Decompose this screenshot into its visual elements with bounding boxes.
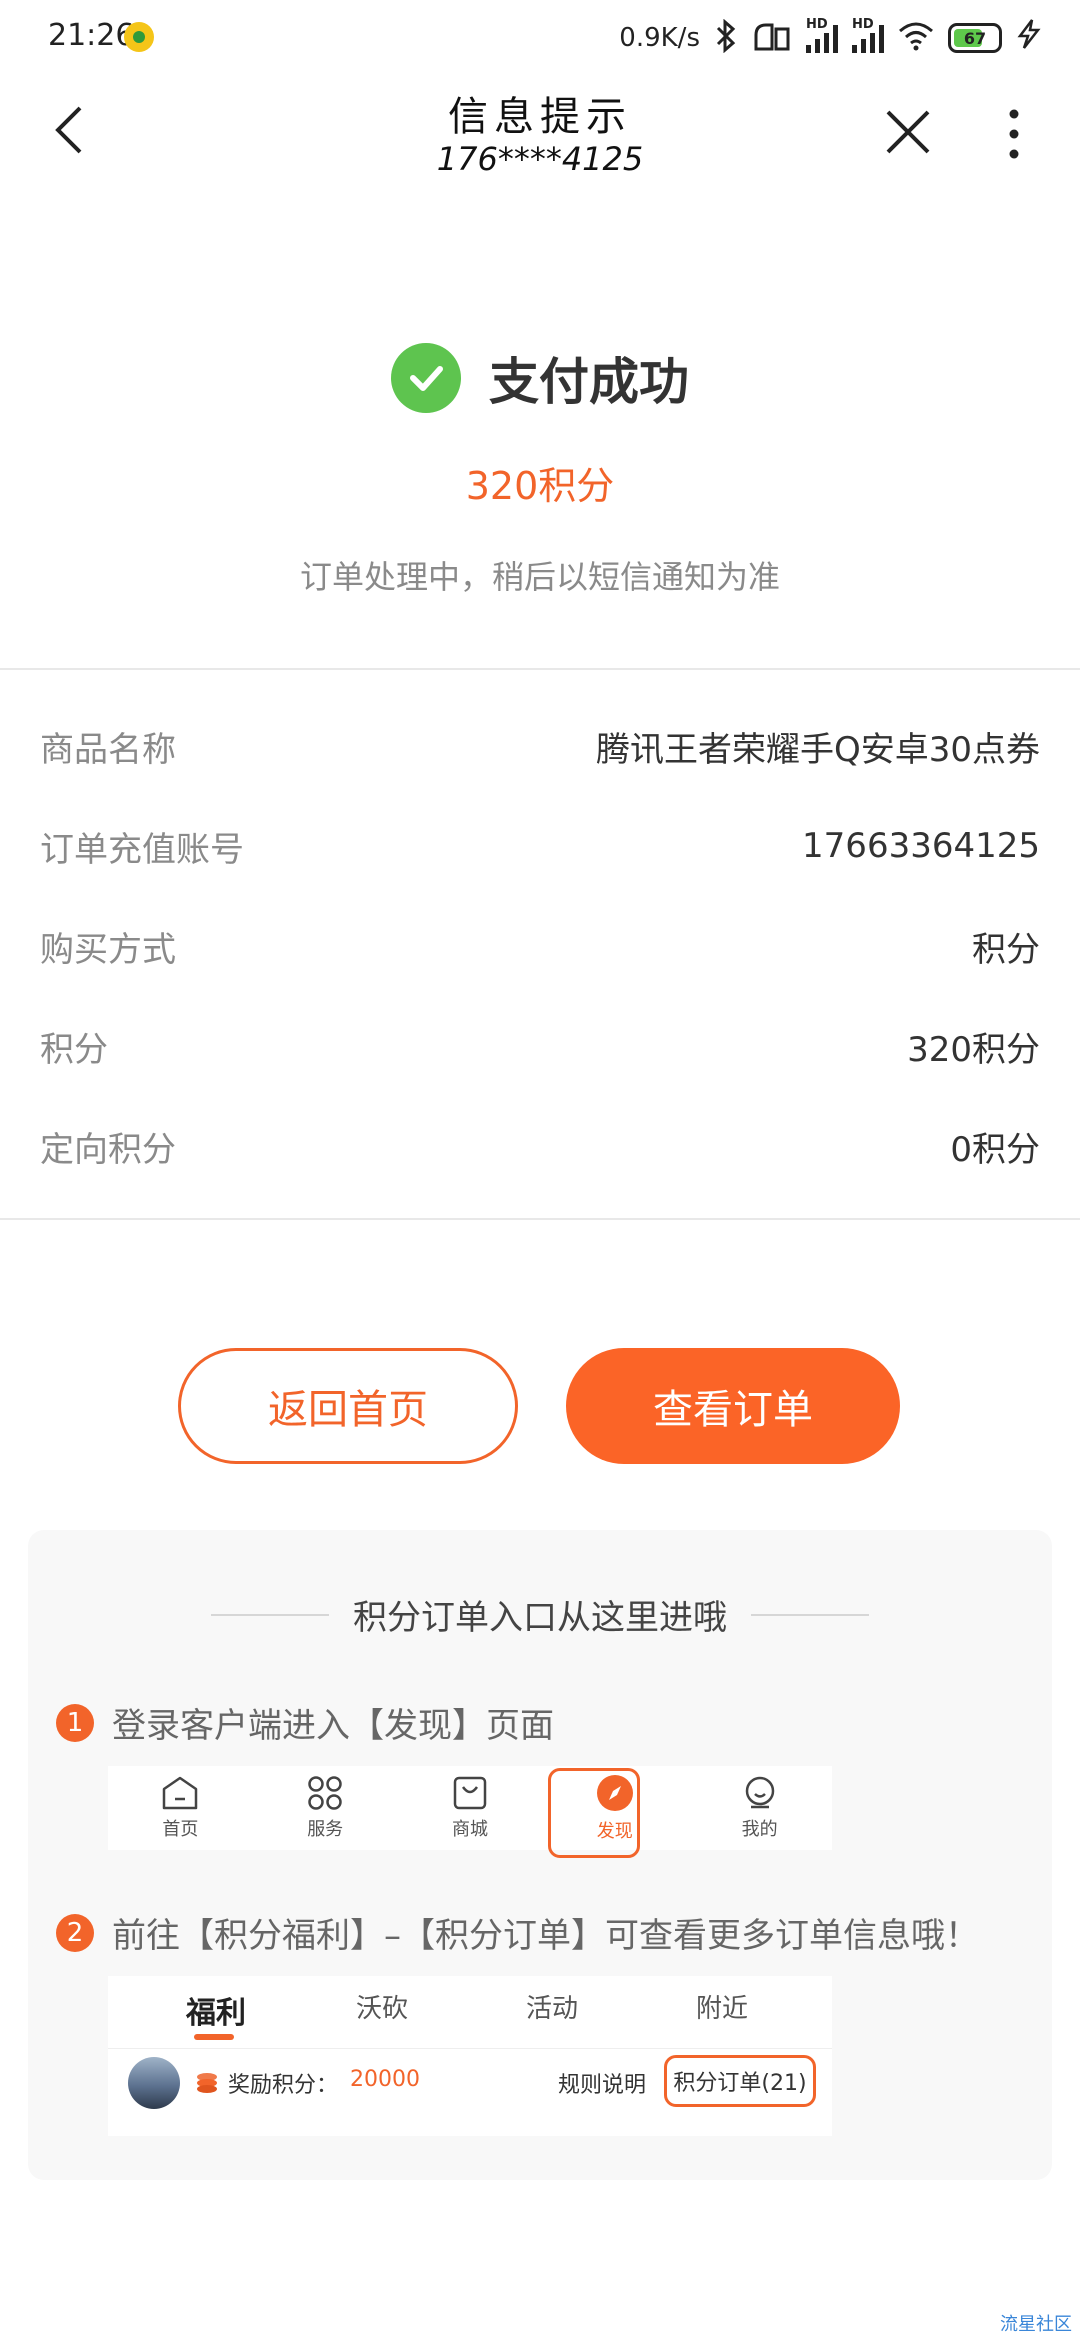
tab-mine: 我的 [687,1766,832,1850]
profile-icon [745,1776,774,1809]
signal-icon-1: HD [806,17,838,53]
detail-label: 积分 [40,1029,108,1070]
result-title: 支付成功 [489,353,689,411]
view-order-button[interactable]: 查看订单 [566,1348,900,1464]
detail-value: 腾讯王者荣耀手Q安卓30点券 [595,729,1040,770]
return-home-button[interactable]: 返回首页 [178,1348,518,1464]
wifi-icon [898,21,934,56]
status-time: 21:26 [48,18,135,53]
active-tab-indicator [194,2034,234,2040]
avatar [128,2057,180,2109]
divider-line [211,1613,329,1616]
guide-step-1: 1 登录客户端进入【发现】页面 [56,1698,554,1747]
guide-title: 积分订单入口从这里进哦 [353,1598,727,1638]
detail-value: 320积分 [907,1029,1040,1070]
step-number: 2 [56,1913,94,1952]
home-icon [163,1776,198,1810]
example-tab-bar: 首页 服务 商城 发现 我的 [108,1766,832,1858]
close-icon[interactable] [880,104,936,160]
detail-row-account: 订单充值账号 17663364125 [40,816,1040,876]
processing-message: 订单处理中，稍后以短信通知为准 [299,558,780,596]
charging-icon [1016,18,1042,58]
reward-points-value: 20000 [350,2067,420,2092]
detail-value: 积分 [972,929,1040,970]
signal-icon-2: HD [852,17,884,53]
points-order-highlight: 积分订单(21) [664,2055,816,2107]
tab-mall: 商城 [398,1766,543,1850]
more-menu-icon[interactable] [996,104,1032,164]
step-text: 前往【积分福利】–【积分订单】可查看更多订单信息哦！ [112,1916,979,1956]
welfare-tabs: 福利 沃砍 活动 附近 [108,1976,832,2042]
tab-activity: 活动 [526,1994,579,2024]
result-header: 支付成功 [0,342,1080,414]
rules-link: 规则说明 [558,2073,647,2098]
guide-header: 积分订单入口从这里进哦 [28,1590,1052,1639]
bluetooth-icon [714,18,738,58]
example-welfare-panel: 福利 沃砍 活动 附近 奖励积分： 20000 规则说明 积分订单(21) [108,1976,832,2136]
status-bar: 21:26 0.9K/s HD HD 67 [0,0,1080,78]
tab-label: 商城 [451,1819,488,1840]
detail-row-points: 积分 320积分 [40,1016,1040,1076]
network-speed: 0.9K/s [619,23,700,53]
grid-icon [308,1776,342,1810]
detail-value: 17663364125 [802,826,1040,866]
tab-label: 首页 [162,1819,199,1840]
tab-welfare: 福利 [186,1996,246,2031]
detail-row-targeted-points: 定向积分 0积分 [40,1116,1040,1176]
watermark: 流星社区 [1000,2314,1072,2335]
detail-label: 购买方式 [40,929,176,970]
detail-value: 0积分 [950,1129,1040,1170]
paid-amount: 320积分 [465,464,615,508]
step-text: 登录客户端进入【发现】页面 [112,1706,554,1746]
tab-label: 我的 [741,1819,778,1840]
coin-stack-icon [196,2071,218,2095]
divider [0,668,1080,670]
check-circle-icon [391,343,461,413]
points-order-guide: 积分订单入口从这里进哦 1 登录客户端进入【发现】页面 首页 服务 商城 发现 … [28,1530,1052,2180]
reward-row: 奖励积分： 20000 规则说明 积分订单(21) [108,2048,832,2118]
guide-step-2: 2 前往【积分福利】–【积分订单】可查看更多订单信息哦！ [56,1908,979,1957]
detail-label: 订单充值账号 [40,829,244,870]
tab-home: 首页 [108,1766,253,1850]
alarm-icon [752,19,792,58]
tab-service: 服务 [253,1766,398,1850]
nav-bar: 信息提示 176****4125 [0,78,1080,198]
tab-nearby: 附近 [696,1994,749,2024]
shopping-bag-icon [453,1776,487,1810]
battery-level: 67 [963,28,987,48]
status-icons: 0.9K/s HD HD 67 [619,16,1042,60]
tab-label: 服务 [307,1819,344,1840]
divider [0,1218,1080,1220]
tab-discover: 发现 [542,1766,687,1858]
battery-icon: 67 [948,23,1002,53]
reward-points-label: 奖励积分： [228,2073,339,2098]
highlight-frame [548,1768,641,1858]
step-number: 1 [56,1703,94,1742]
detail-row-product: 商品名称 腾讯王者荣耀手Q安卓30点券 [40,716,1040,776]
tab-wokan: 沃砍 [356,1994,409,2024]
music-app-icon [124,22,154,52]
detail-label: 商品名称 [40,729,176,770]
divider-line [751,1613,869,1616]
detail-row-payment-method: 购买方式 积分 [40,916,1040,976]
detail-label: 定向积分 [40,1129,176,1170]
